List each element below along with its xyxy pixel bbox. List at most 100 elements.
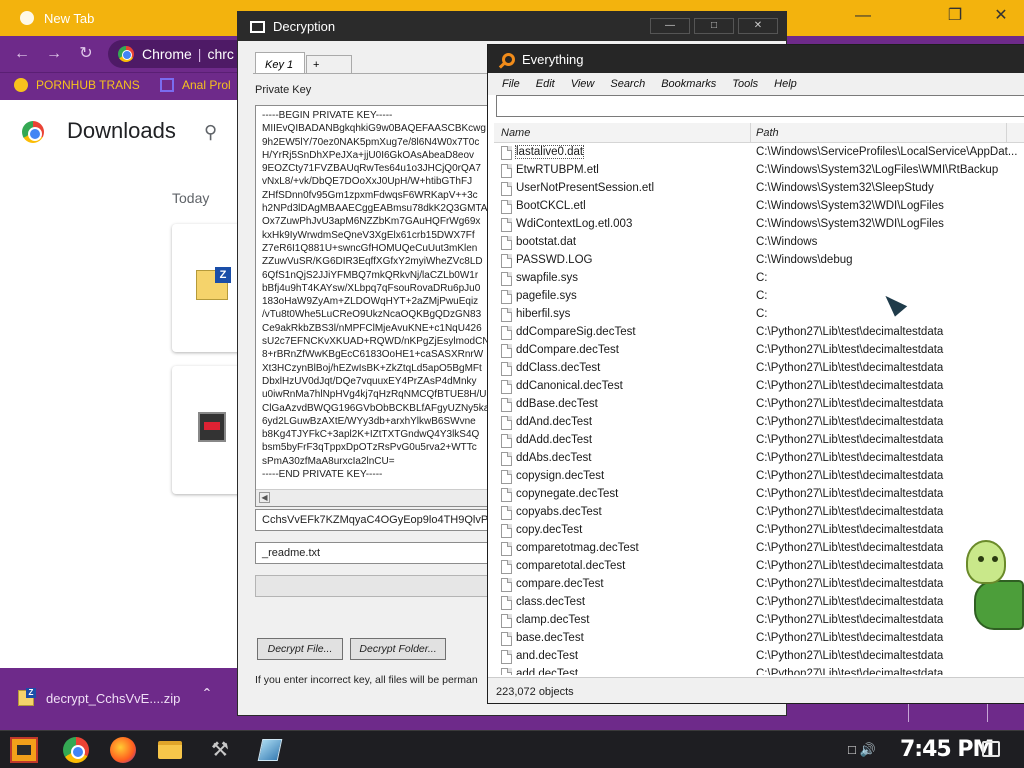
app-icon[interactable] [257, 739, 283, 761]
menu-edit[interactable]: Edit [536, 78, 555, 90]
chevron-up-icon[interactable]: ˆ [204, 686, 210, 707]
table-row[interactable]: UserNotPresentSession.etl C:\Windows\Syst… [494, 180, 1024, 198]
table-row[interactable]: ddCanonical.decTest C:\Python27\Lib\test\… [494, 378, 1024, 396]
scroll-left-icon[interactable]: ◀ [259, 492, 270, 503]
chrome-maximize-icon[interactable]: ❐ [932, 2, 978, 30]
decrypt-file-button[interactable]: Decrypt File... [257, 638, 343, 660]
table-row[interactable]: EtwRTUBPM.etl C:\Windows\System32\LogFile… [494, 162, 1024, 180]
file-path: C: [756, 308, 768, 320]
file-name: swapfile.sys [516, 272, 578, 284]
tools-icon[interactable]: ⚒ [208, 739, 232, 761]
file-name: ddAbs.decTest [516, 452, 592, 464]
table-row[interactable]: class.decTest C:\Python27\Lib\test\decima… [494, 594, 1024, 612]
search-icon[interactable]: ⚲ [204, 122, 217, 143]
private-key-line: bBfj4u9hT4KAYsw/XLbpq7qFsouRovaDRu6pJu0 [262, 282, 481, 294]
private-key-line: bsm5byFrF3qTppxDpOTzRsPvG0u5rva2+WTTc [262, 442, 477, 454]
omnibox[interactable]: Chrome | chrc [108, 40, 258, 68]
table-row[interactable]: clamp.decTest C:\Python27\Lib\test\decima… [494, 612, 1024, 630]
column-header-name[interactable]: Name [501, 127, 530, 139]
table-row[interactable]: pagefile.sys C: [494, 288, 1024, 306]
table-row[interactable]: ddAnd.decTest C:\Python27\Lib\test\decima… [494, 414, 1024, 432]
table-row[interactable]: bootstat.dat C:\Windows [494, 234, 1024, 252]
tray-network-volume-icon[interactable]: □ 🔊 [848, 742, 876, 758]
tab-add[interactable]: + [306, 55, 352, 74]
menu-search[interactable]: Search [610, 78, 645, 90]
file-path: C:\Windows\ServiceProfiles\LocalService\… [756, 146, 1018, 158]
bookmark-label: PORNHUB TRANS [36, 78, 140, 92]
firefox-icon[interactable] [110, 737, 136, 763]
start-icon[interactable] [10, 737, 38, 763]
menu-file[interactable]: File [502, 78, 520, 90]
bookmark-item-0[interactable]: PORNHUB TRANS [14, 78, 140, 92]
file-name: BootCKCL.etl [516, 200, 586, 212]
table-row[interactable]: WdiContextLog.etl.003 C:\Windows\System32… [494, 216, 1024, 234]
download-shelf-item[interactable]: decrypt_CchsVvE....zip [18, 688, 180, 706]
forward-arrow-icon[interactable]: → [42, 42, 66, 66]
decrypt-folder-button[interactable]: Decrypt Folder... [350, 638, 446, 660]
file-name: copy.decTest [516, 524, 583, 536]
table-row[interactable]: BootCKCL.etl C:\Windows\System32\WDI\LogF… [494, 198, 1024, 216]
file-name: ddCompareSig.decTest [516, 326, 636, 338]
table-row[interactable]: base.decTest C:\Python27\Lib\test\decimal… [494, 630, 1024, 648]
file-path: C:\Python27\Lib\test\decimaltestdata [756, 524, 944, 536]
table-row[interactable]: comparetotmag.decTest C:\Python27\Lib\tes… [494, 540, 1024, 558]
reload-icon[interactable]: ↻ [74, 42, 98, 66]
file-path: C:\Python27\Lib\test\decimaltestdata [756, 416, 944, 428]
table-row[interactable]: ddClass.decTest C:\Python27\Lib\test\deci… [494, 360, 1024, 378]
file-icon [501, 650, 512, 664]
bookmark-favicon-icon [14, 78, 28, 92]
file-path: C:\Python27\Lib\test\decimaltestdata [756, 326, 944, 338]
everything-search-input[interactable] [496, 95, 1024, 117]
file-path: C:\Python27\Lib\test\decimaltestdata [756, 506, 944, 518]
chrome-tab-new-tab[interactable]: New Tab [6, 3, 246, 33]
menu-tools[interactable]: Tools [732, 78, 758, 90]
file-path: C:\Python27\Lib\test\decimaltestdata [756, 614, 944, 626]
table-row[interactable]: copyabs.decTest C:\Python27\Lib\test\deci… [494, 504, 1024, 522]
file-icon [501, 542, 512, 556]
back-arrow-icon[interactable]: ← [10, 42, 34, 66]
private-key-line: /vTu8t0Whe5LuCReO9UkzNcaOQKBgQDzGN83 [262, 309, 482, 321]
file-icon [501, 236, 512, 250]
column-header-path[interactable]: Path [756, 127, 779, 139]
menu-view[interactable]: View [571, 78, 595, 90]
table-row[interactable]: ddCompare.decTest C:\Python27\Lib\test\de… [494, 342, 1024, 360]
private-key-line: Xt3HCzynBlBoj/hEZwIsBK+ZkZtqLd5apO5BgMFt [262, 362, 482, 374]
file-name: clamp.decTest [516, 614, 590, 626]
table-row[interactable]: ddAbs.decTest C:\Python27\Lib\test\decima… [494, 450, 1024, 468]
tab-key-1[interactable]: Key 1 [255, 52, 305, 74]
table-row[interactable]: lastalive0.dat C:\Windows\ServiceProfiles… [494, 144, 1024, 162]
table-row[interactable]: and.decTest C:\Python27\Lib\test\decimalt… [494, 648, 1024, 666]
results-list: lastalive0.dat C:\Windows\ServiceProfiles… [494, 144, 1024, 675]
taskbar-clock[interactable]: 7:45 PM [900, 737, 994, 762]
folder-icon[interactable] [158, 741, 182, 759]
table-row[interactable]: add.decTest C:\Python27\Lib\test\decimalt… [494, 666, 1024, 675]
minimize-icon[interactable]: — [650, 18, 690, 34]
file-path: C:\Windows\System32\SleepStudy [756, 182, 934, 194]
everything-titlebar[interactable]: Everything [488, 45, 1024, 73]
table-row[interactable]: ddBase.decTest C:\Python27\Lib\test\decim… [494, 396, 1024, 414]
table-row[interactable]: copynegate.decTest C:\Python27\Lib\test\d… [494, 486, 1024, 504]
chrome-close-icon[interactable]: ✕ [978, 2, 1024, 30]
table-row[interactable]: copysign.decTest C:\Python27\Lib\test\dec… [494, 468, 1024, 486]
table-row[interactable]: ddAdd.decTest C:\Python27\Lib\test\decima… [494, 432, 1024, 450]
table-row[interactable]: hiberfil.sys C: [494, 306, 1024, 324]
file-name: comparetotmag.decTest [516, 542, 639, 554]
menu-help[interactable]: Help [774, 78, 797, 90]
table-row[interactable]: copy.decTest C:\Python27\Lib\test\decimal… [494, 522, 1024, 540]
private-key-label: Private Key [255, 84, 312, 96]
file-path: C:\Python27\Lib\test\decimaltestdata [756, 362, 944, 374]
table-row[interactable]: comparetotal.decTest C:\Python27\Lib\test… [494, 558, 1024, 576]
bookmark-item-1[interactable]: Anal Prol [160, 78, 231, 92]
table-row[interactable]: PASSWD.LOG C:\Windows\debug [494, 252, 1024, 270]
chrome-icon[interactable] [63, 737, 89, 763]
table-row[interactable]: swapfile.sys C: [494, 270, 1024, 288]
file-icon [501, 164, 512, 178]
maximize-icon[interactable]: □ [694, 18, 734, 34]
menu-bookmarks[interactable]: Bookmarks [661, 78, 716, 90]
table-row[interactable]: compare.decTest C:\Python27\Lib\test\deci… [494, 576, 1024, 594]
notification-icon[interactable] [982, 741, 1000, 757]
chrome-minimize-icon[interactable]: — [840, 2, 886, 30]
close-icon[interactable]: ✕ [738, 18, 778, 34]
private-key-line: ZZuwVuSR/KG6DIR3EqffXGfxY2myiWheZVc8LD [262, 256, 483, 268]
table-row[interactable]: ddCompareSig.decTest C:\Python27\Lib\test… [494, 324, 1024, 342]
